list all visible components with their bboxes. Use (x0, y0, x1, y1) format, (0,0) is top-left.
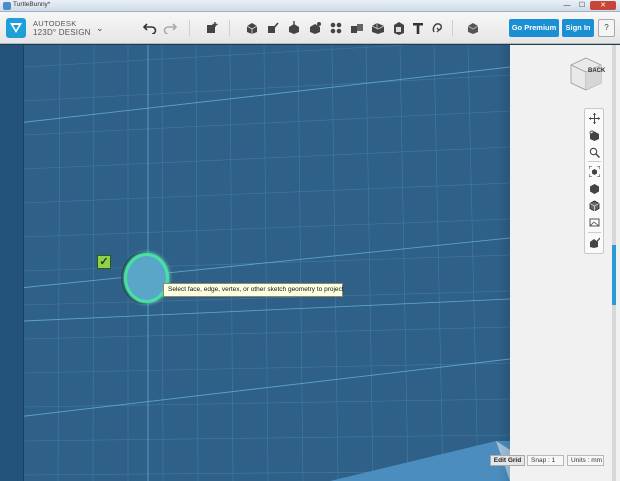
navbar-divider (588, 161, 601, 162)
toggle-visibility-icon[interactable] (588, 236, 601, 249)
toolbar-divider (229, 20, 230, 36)
navbar-divider (588, 232, 601, 233)
grouping-icon[interactable] (348, 19, 366, 37)
go-premium-button[interactable]: Go Premium (509, 19, 559, 37)
combine-icon[interactable] (369, 19, 387, 37)
app-window-icon (3, 2, 11, 10)
scrollbar-thumb[interactable] (612, 245, 616, 305)
pattern-icon[interactable] (327, 19, 345, 37)
units-selector[interactable]: Units : mm (567, 455, 604, 466)
maximize-button[interactable]: ☐ (575, 1, 589, 10)
text-icon[interactable] (409, 19, 427, 37)
brand-name: AUTODESK (33, 19, 77, 28)
primitives-icon[interactable] (243, 19, 261, 37)
viewcube-face-label: BACK (588, 68, 606, 74)
measure-icon[interactable] (390, 19, 408, 37)
transform-icon[interactable] (203, 19, 221, 37)
view-hidden-icon[interactable] (588, 216, 601, 229)
toolbar-divider (452, 20, 453, 36)
edit-grid-button[interactable]: Edit Grid (490, 455, 525, 466)
orbit-icon[interactable] (588, 129, 601, 142)
viewport-left-edge (0, 45, 24, 481)
minimize-button[interactable]: — (560, 1, 574, 10)
material-icon[interactable] (464, 19, 482, 37)
product-name: 123D° DESIGN (33, 28, 91, 37)
sketch-confirm-checkbox[interactable]: ✓ (97, 255, 111, 269)
view-materials-icon[interactable] (588, 182, 601, 195)
fit-icon[interactable] (588, 165, 601, 178)
window-titlebar: TurtleBunny* — ☐ ✕ (0, 0, 620, 12)
help-button[interactable]: ? (598, 19, 615, 37)
window-title: TurtleBunny* (13, 1, 51, 8)
pan-icon[interactable] (588, 112, 601, 125)
snap-selector[interactable]: Snap : 1 (527, 455, 564, 466)
3d-viewport[interactable]: BACK ✓ Select face, edge, vertex, or oth… (0, 45, 620, 481)
close-button[interactable]: ✕ (590, 1, 616, 10)
snap-icon[interactable] (429, 19, 447, 37)
app-logo-icon (6, 18, 26, 38)
redo-icon[interactable] (161, 19, 179, 37)
viewcube[interactable] (567, 55, 605, 93)
sketch-icon[interactable] (264, 19, 282, 37)
sign-in-button[interactable]: Sign In (562, 19, 594, 37)
main-toolbar: AUTODESK 123D° DESIGN ⌄ Go Premium Sign … (0, 12, 620, 44)
modify-icon[interactable] (306, 19, 324, 37)
main-menu-chevron-icon[interactable]: ⌄ (96, 23, 104, 34)
view-outlines-icon[interactable] (588, 199, 601, 212)
project-tooltip: Select face, edge, vertex, or other sket… (163, 283, 344, 297)
undo-icon[interactable] (141, 19, 159, 37)
zoom-icon[interactable] (588, 146, 601, 159)
construct-icon[interactable] (285, 19, 303, 37)
checkmark-icon: ✓ (99, 255, 109, 268)
toolbar-divider (189, 20, 190, 36)
navigation-bar (584, 108, 604, 254)
